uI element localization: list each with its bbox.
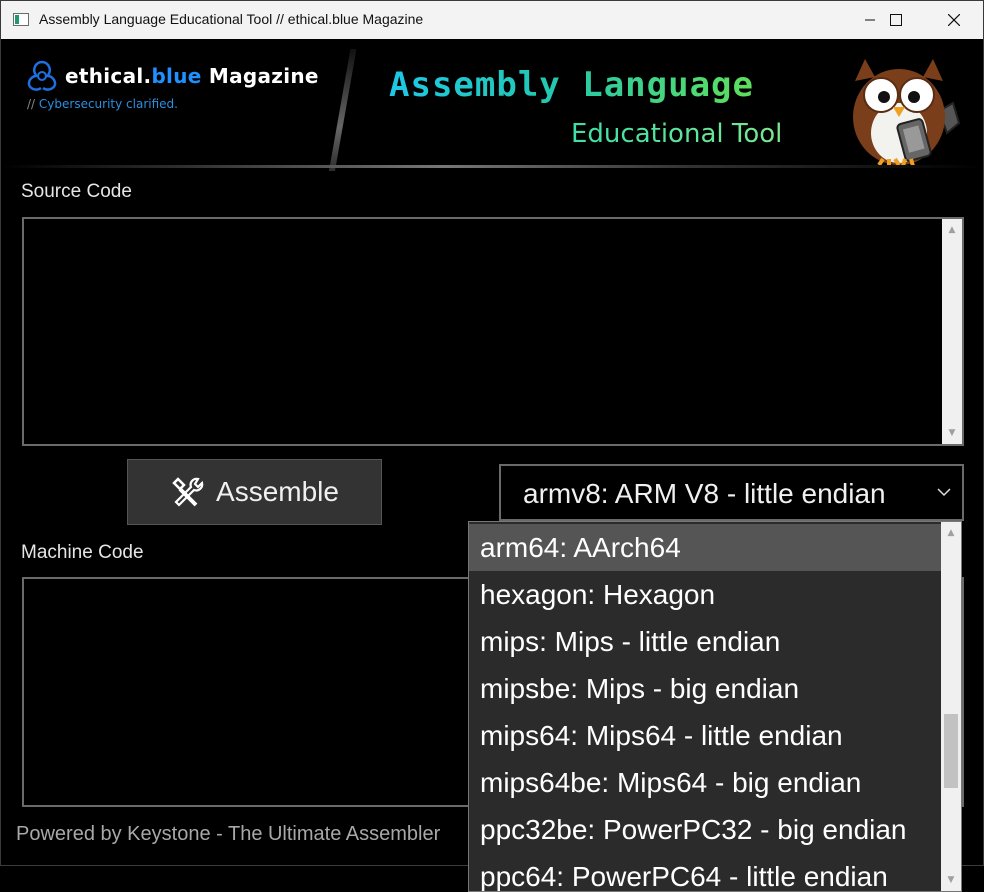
assemble-button[interactable]: Assemble bbox=[127, 459, 382, 525]
header-banner: ethical.blue Magazine // Cybersecurity c… bbox=[1, 39, 983, 171]
scrollbar-thumb[interactable] bbox=[944, 714, 958, 788]
banner-title: Assembly Language bbox=[389, 65, 754, 105]
machine-code-label: Machine Code bbox=[21, 542, 144, 563]
architecture-dropdown-list[interactable]: arm64: AArch64 hexagon: Hexagon mips: Mi… bbox=[468, 521, 962, 892]
dropdown-scrollbar[interactable]: ▲ ▼ bbox=[941, 522, 961, 891]
dropdown-option[interactable]: mipsbe: Mips - big endian bbox=[469, 665, 941, 712]
scroll-up-icon[interactable]: ▲ bbox=[941, 524, 961, 542]
source-code-textarea[interactable]: ▲ ▼ bbox=[22, 217, 964, 446]
close-button[interactable] bbox=[931, 1, 977, 39]
dropdown-option[interactable]: hexagon: Hexagon bbox=[469, 571, 941, 618]
dropdown-option[interactable]: ppc64: PowerPC64 - little endian bbox=[469, 853, 941, 891]
brand-logo: ethical.blue Magazine bbox=[25, 59, 319, 93]
banner-subtitle: Educational Tool bbox=[571, 119, 783, 149]
dropdown-option[interactable]: mips64: Mips64 - little endian bbox=[469, 712, 941, 759]
brand-name: ethical.blue Magazine bbox=[65, 64, 319, 88]
chevron-down-icon bbox=[937, 488, 951, 497]
assemble-button-label: Assemble bbox=[216, 476, 339, 507]
dropdown-option[interactable]: arm64: AArch64 bbox=[469, 524, 941, 571]
maximize-button[interactable] bbox=[873, 1, 919, 39]
owl-mascot bbox=[853, 59, 961, 167]
footer-credit: Powered by Keystone - The Ultimate Assem… bbox=[16, 823, 441, 845]
dropdown-option[interactable]: ppc32be: PowerPC32 - big endian bbox=[469, 806, 941, 853]
banner-underline bbox=[1, 165, 983, 168]
brand-tagline: // Cybersecurity clarified. bbox=[27, 97, 178, 111]
source-code-label: Source Code bbox=[21, 181, 132, 202]
architecture-select[interactable]: armv8: ARM V8 - little endian bbox=[499, 464, 964, 521]
window-title: Assembly Language Educational Tool // et… bbox=[39, 11, 424, 27]
scroll-down-icon[interactable]: ▼ bbox=[941, 871, 961, 889]
architecture-selected-value: armv8: ARM V8 - little endian bbox=[523, 478, 886, 509]
dropdown-option[interactable]: mips: Mips - little endian bbox=[469, 618, 941, 665]
source-code-scrollbar[interactable]: ▲ ▼ bbox=[942, 219, 962, 444]
maximize-icon bbox=[890, 14, 902, 26]
biohazard-icon bbox=[27, 60, 57, 91]
tools-icon bbox=[170, 475, 204, 509]
title-bar[interactable]: Assembly Language Educational Tool // et… bbox=[1, 1, 983, 39]
scroll-up-icon[interactable]: ▲ bbox=[942, 221, 962, 239]
app-icon bbox=[13, 13, 29, 26]
banner-divider bbox=[327, 49, 357, 171]
close-icon bbox=[948, 14, 960, 26]
dropdown-option[interactable]: mips64be: Mips64 - big endian bbox=[469, 759, 941, 806]
scroll-down-icon[interactable]: ▼ bbox=[942, 424, 962, 442]
